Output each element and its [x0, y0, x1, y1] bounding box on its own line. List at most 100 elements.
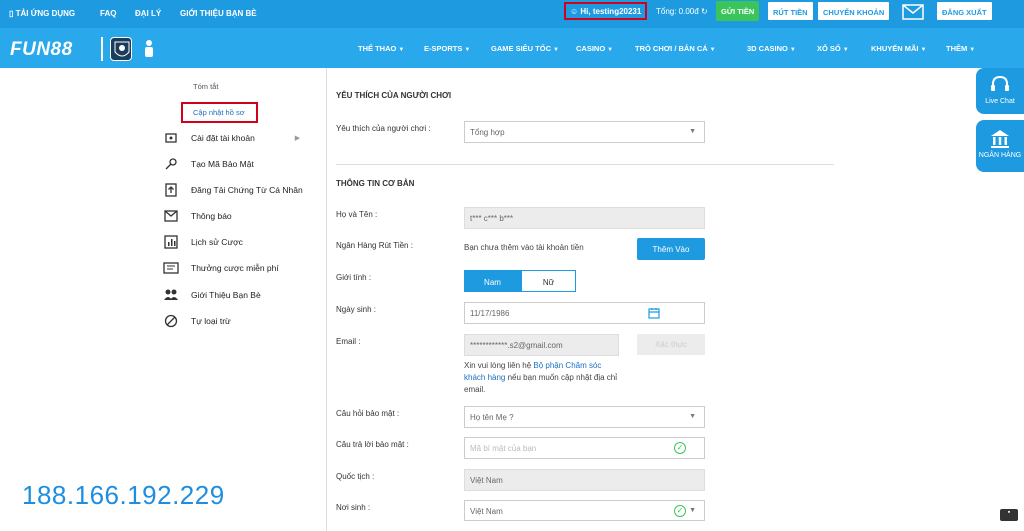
calendar-icon[interactable]: [648, 307, 660, 321]
dob-value: 11/17/1986: [470, 309, 510, 318]
key-icon: [163, 157, 179, 171]
ticket-icon: [163, 261, 179, 275]
bank-tab[interactable]: NGÂN HÀNG: [976, 120, 1024, 172]
nav-fast-games-label: GAME SIÊU TỐC: [491, 44, 552, 53]
refresh-icon[interactable]: ↻: [701, 7, 708, 16]
bank-label: Ngân Hàng Rút Tiền :: [336, 241, 413, 250]
chevron-down-icon: ▼: [398, 47, 405, 53]
email-value: ************.s2@gmail.com: [470, 341, 563, 350]
section-title-basic-info: THÔNG TIN CƠ BẢN: [336, 179, 415, 188]
chevron-down-icon: ▼: [920, 47, 927, 53]
security-answer-label: Câu trả lời bảo mật :: [336, 440, 409, 449]
chart-icon: [163, 235, 179, 249]
preference-select[interactable]: Tổng hợp ▼: [464, 121, 705, 143]
tottenham-crest-icon: [142, 38, 156, 60]
referral-link[interactable]: GIỚI THIỆU BẠN BÈ: [180, 9, 257, 18]
ip-watermark: 188.166.192.229: [22, 480, 225, 510]
sidebar-item-self-exclusion[interactable]: Tự loại trừ: [163, 313, 231, 329]
birthplace-select[interactable]: Việt Nam ✓ ▼: [464, 500, 705, 521]
name-label: Họ và Tên :: [336, 210, 378, 219]
nav-sports-label: THỂ THAO: [358, 44, 397, 53]
gender-label: Giới tính :: [336, 273, 372, 282]
nav-esports[interactable]: E-SPORTS ▼: [424, 44, 470, 53]
sidebar-item-label: Đăng Tải Chứng Từ Cá Nhân: [191, 185, 303, 195]
caret-down-icon: ▼: [689, 507, 696, 514]
nav-fast-games[interactable]: GAME SIÊU TỐC ▼: [491, 44, 559, 53]
balance-display: Tổng: 0.00đ ↻: [656, 7, 708, 16]
nav-games-fishing[interactable]: TRÒ CHƠI / BẮN CÁ ▼: [635, 44, 716, 53]
sidebar-item-label: Tự loại trừ: [191, 316, 231, 326]
sidebar-item-notifications[interactable]: Thông báo: [163, 208, 232, 224]
nav-promotions[interactable]: KHUYẾN MÃI ▼: [871, 44, 926, 53]
section-divider: [336, 164, 834, 165]
nationality-field: Việt Nam: [464, 469, 705, 491]
dob-field[interactable]: 11/17/1986: [464, 302, 705, 324]
email-field: ************.s2@gmail.com: [464, 334, 619, 356]
sidebar-update-profile[interactable]: Cập nhật hồ sơ: [193, 108, 245, 117]
nationality-label: Quốc tịch :: [336, 472, 375, 481]
birthplace-value: Việt Nam: [470, 507, 503, 516]
add-bank-button[interactable]: Thêm Vào: [637, 238, 705, 260]
nav-sports[interactable]: THỂ THAO ▼: [358, 44, 404, 53]
nav-more-label: THÊM: [946, 44, 968, 53]
sidebar-item-upload-docs[interactable]: Đăng Tải Chứng Từ Cá Nhân: [163, 182, 303, 198]
check-icon: ✓: [674, 442, 686, 454]
sidebar-item-bet-history[interactable]: Lịch sử Cược: [163, 234, 243, 250]
sidebar-item-label: Cài đặt tài khoản: [191, 133, 255, 143]
security-question-label: Câu hỏi bảo mật :: [336, 409, 400, 418]
nav-casino[interactable]: CASINO ▼: [576, 44, 613, 53]
bank-text: Bạn chưa thêm vào tài khoản tiền: [464, 243, 584, 252]
email-note: Xin vui lòng liên hệ Bộ phận Chăm sóc kh…: [464, 360, 624, 396]
chevron-down-icon: ▼: [553, 47, 559, 53]
gender-male-option[interactable]: Nam: [464, 270, 521, 292]
download-app-link[interactable]: ▯ TẢI ỨNG DỤNG: [9, 9, 75, 18]
agent-link[interactable]: ĐẠI LÝ: [135, 9, 161, 18]
sidebar-item-label: Tạo Mã Bảo Mật: [191, 159, 254, 169]
brand-logo[interactable]: FUN88: [10, 39, 73, 61]
nav-more[interactable]: THÊM ▼: [946, 44, 975, 53]
mail-icon[interactable]: [902, 4, 924, 20]
email-label: Email :: [336, 337, 361, 346]
security-question-select[interactable]: Họ tên Mẹ ? ▼: [464, 406, 705, 428]
security-answer-placeholder: Mã bí mật của bạn: [470, 444, 537, 453]
live-chat-tab[interactable]: Live Chat: [976, 68, 1024, 114]
caret-down-icon: ▼: [689, 413, 696, 420]
transfer-button[interactable]: CHUYỂN KHOẢN: [817, 1, 891, 21]
nationality-value: Việt Nam: [470, 476, 503, 485]
verify-email-button[interactable]: Xác thực: [637, 334, 705, 355]
sidebar-item-free-bets[interactable]: Thưởng cược miễn phí: [163, 260, 279, 276]
birthplace-label: Nơi sinh :: [336, 503, 371, 512]
email-note-text: Xin vui lòng liên hệ: [464, 361, 534, 370]
sidebar-summary[interactable]: Tóm tắt: [193, 82, 218, 91]
sidebar-item-label: Giới Thiệu Bạn Bè: [191, 290, 261, 300]
sidebar-item-security-code[interactable]: Tạo Mã Bảo Mật: [163, 156, 254, 172]
chevron-down-icon: ▼: [969, 47, 976, 53]
user-greeting[interactable]: ☺ Hi, testing20231: [564, 2, 647, 20]
ban-icon: [163, 314, 179, 328]
sidebar-item-refer-friends[interactable]: Giới Thiệu Bạn Bè: [163, 287, 261, 303]
chevron-down-icon: ▼: [709, 47, 716, 53]
faq-link[interactable]: FAQ: [100, 9, 116, 18]
chevron-down-icon: ▼: [464, 47, 471, 53]
nav-3d-casino[interactable]: 3D CASINO ▼: [747, 44, 796, 53]
security-question-value: Họ tên Mẹ ?: [470, 413, 514, 422]
sidebar-item-account-settings[interactable]: Cài đặt tài khoản ▶: [163, 130, 300, 146]
logout-button[interactable]: ĐĂNG XUẤT: [936, 1, 993, 21]
caret-down-icon: ▼: [689, 128, 696, 135]
section-title-preferences: YÊU THÍCH CỦA NGƯỜI CHƠI: [336, 91, 452, 100]
gender-female-option[interactable]: Nữ: [521, 270, 576, 292]
name-value: t*** c*** b***: [470, 214, 514, 223]
live-chat-label: Live Chat: [985, 98, 1015, 105]
bank-label: NGÂN HÀNG: [978, 152, 1022, 159]
deposit-button[interactable]: GỬI TIỀN: [716, 1, 760, 21]
balance-label: Tổng: 0.00đ: [656, 7, 699, 16]
nav-lottery-label: XỔ SỐ: [817, 44, 841, 53]
nav-lottery[interactable]: XỔ SỐ ▼: [817, 44, 849, 53]
user-icon: ☺: [570, 7, 579, 16]
chat-bubble-icon[interactable]: ▪: [1000, 509, 1018, 521]
security-answer-field[interactable]: Mã bí mật của bạn ✓: [464, 437, 705, 459]
bank-icon: [989, 130, 1011, 152]
withdraw-button[interactable]: RÚT TIỀN: [767, 1, 814, 21]
nav-games-fishing-label: TRÒ CHƠI / BẮN CÁ: [635, 44, 708, 53]
chevron-down-icon: ▼: [842, 47, 849, 53]
